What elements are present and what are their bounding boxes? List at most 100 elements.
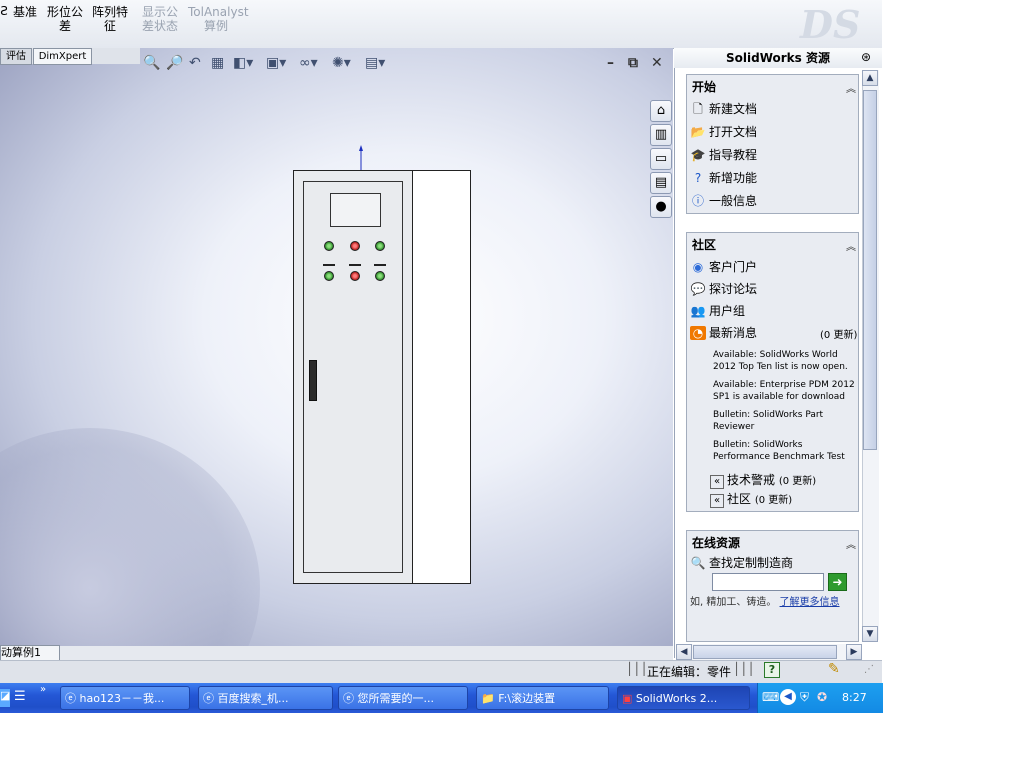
design-library-icon[interactable]: ▥ [650, 124, 672, 146]
view-palette-icon[interactable]: ▤ [650, 172, 672, 194]
general-info-label: 一般信息 [709, 194, 758, 208]
community-header[interactable]: 社区 [692, 236, 716, 253]
taskbar-button-hao123[interactable]: ⓔ hao123－－我... [60, 686, 190, 710]
scroll-right-icon[interactable]: ▶ [846, 644, 862, 660]
general-info-link[interactable]: ⓘ 一般信息 [690, 192, 757, 209]
close-icon[interactable]: ✕ [651, 55, 663, 71]
news-item[interactable]: Bulletin: SolidWorks Performance Benchma… [713, 439, 857, 463]
new-document-link[interactable]: 🗋 新建文档 [690, 100, 757, 121]
new-document-icon: 🗋 [693, 102, 703, 116]
editing-status: 正在编辑：零件 [647, 665, 732, 679]
scroll-left-icon[interactable]: ◀ [676, 644, 692, 660]
tab-dimxpert-label: DimXpert [38, 51, 87, 62]
news-item[interactable]: Available: Enterprise PDM 2012 SP1 is av… [713, 379, 857, 403]
motion-study-tab[interactable]: 动算例1 [0, 645, 60, 661]
quicklaunch-ie-icon[interactable]: ◪ [0, 689, 10, 707]
appearances-icon[interactable]: ● [650, 196, 672, 218]
display-style-icon[interactable]: ▣▾ [266, 55, 286, 71]
online-resources-header[interactable]: 在线资源 [692, 534, 740, 551]
users-icon: 👥 [690, 304, 706, 318]
push-button-green [375, 271, 385, 281]
more-quicklaunch-icon[interactable]: » [40, 684, 46, 695]
zoom-to-area-icon[interactable]: 🔎 [166, 55, 183, 71]
pattern-feature-button[interactable]: 阵列特 征 [90, 5, 130, 33]
tolanalyst-label: TolAnalyst 算例 [188, 5, 249, 33]
forums-link[interactable]: 💬 探讨论坛 [690, 280, 758, 297]
user-groups-link[interactable]: 👥 用户组 [690, 302, 746, 319]
clock[interactable]: 8:27 [842, 691, 867, 704]
scroll-down-icon[interactable]: ▼ [862, 626, 878, 642]
ie-icon: ⓔ [343, 692, 358, 705]
news-item[interactable]: Bulletin: SolidWorks Part Reviewer [713, 409, 857, 433]
news-item[interactable]: Available: SolidWorks World 2012 Top Ten… [713, 349, 857, 373]
minimize-icon[interactable]: – [607, 55, 614, 71]
show-tolerance-status-button[interactable]: 显示公 差状态 [140, 5, 180, 33]
taskbar-button-folder[interactable]: 📁 F:\滚边装置 [476, 686, 609, 710]
latest-news-link[interactable]: ◔ 最新消息 [690, 324, 757, 341]
find-manufacturer-label: 查找定制制造商 [709, 556, 794, 570]
hide-show-items-icon[interactable]: ∞▾ [299, 55, 318, 71]
show-desktop-icon[interactable]: ☰ [14, 689, 26, 704]
horizontal-scroll-thumb[interactable] [693, 645, 837, 659]
chat-bubble-icon: 💬 [690, 282, 706, 296]
collapse-chevron-icon[interactable]: ︽ [846, 238, 856, 253]
manufacturer-hint: 如, 精加工、铸造。 了解更多信息 [690, 596, 856, 609]
expand-chevron-icon: « [710, 475, 724, 489]
view-settings-icon[interactable]: ▤▾ [365, 55, 385, 71]
collapse-chevron-icon[interactable]: ︽ [846, 80, 856, 95]
info-icon: ⓘ [691, 194, 704, 208]
open-document-link[interactable]: 📂 打开文档 [690, 123, 758, 140]
tray-arrow-icon[interactable]: ◀ [780, 689, 796, 705]
taskbar-button-solidworks[interactable]: ▣ SolidWorks 2... [617, 686, 750, 710]
previous-view-icon[interactable]: ↶ [189, 55, 201, 71]
customer-portal-link[interactable]: ◉ 客户门户 [690, 258, 757, 275]
forums-label: 探讨论坛 [709, 282, 758, 296]
tab-dimxpert[interactable]: DimXpert [33, 48, 92, 65]
scroll-up-icon[interactable]: ▲ [862, 70, 878, 86]
home-icon[interactable]: ⌂ [650, 100, 672, 122]
shield-icon[interactable]: ⛨ [800, 690, 809, 705]
manufacturer-search-input[interactable] [712, 573, 824, 591]
community-link[interactable]: «社区 (0 更新) [710, 490, 792, 508]
task-pane-title: SolidWorks 资源 [674, 48, 882, 68]
rebuild-icon[interactable]: ✎ [828, 661, 840, 677]
user-groups-label: 用户组 [709, 304, 746, 318]
motion-study-label: 动算例1 [1, 646, 41, 659]
label-plate [374, 264, 386, 266]
tech-alerts-count: (0 更新) [778, 476, 817, 487]
show-tolerance-status-label: 显示公 差状态 [141, 5, 178, 33]
taskbar-button-label: SolidWorks 2... [635, 692, 718, 705]
resize-grip-icon[interactable]: ⋰ [864, 664, 874, 675]
push-button-red [350, 271, 360, 281]
latest-news-label: 最新消息 [709, 326, 758, 340]
pin-icon[interactable]: ⊛ [861, 50, 871, 64]
tolanalyst-button[interactable]: TolAnalyst 算例 [188, 5, 249, 33]
keyboard-icon[interactable]: ⌨ [762, 690, 779, 704]
start-header[interactable]: 开始 [692, 78, 716, 95]
collapse-chevron-icon[interactable]: ︽ [846, 536, 856, 551]
vertical-scroll-thumb[interactable] [863, 90, 877, 450]
edit-appearance-icon[interactable]: ✺▾ [332, 55, 351, 71]
ie-icon: ⓔ [203, 692, 218, 705]
cabinet-door-handle [309, 360, 317, 401]
geometric-tolerance-button[interactable]: 形位公 差 [45, 5, 85, 33]
section-view-icon[interactable]: ▦ [211, 55, 224, 71]
tutorials-link[interactable]: 🎓 指导教程 [690, 146, 758, 163]
restore-icon[interactable]: ⧉ [628, 55, 638, 71]
search-go-button[interactable]: ➜ [828, 573, 847, 591]
datum-button[interactable]: 基准 [10, 5, 40, 19]
taskbar-button-webpage[interactable]: ⓔ 您所需要的一... [338, 686, 468, 710]
view-orientation-icon[interactable]: ◧▾ [233, 55, 253, 71]
taskbar-button-baidu[interactable]: ⓔ 百度搜索_机... [198, 686, 333, 710]
antivirus-icon[interactable]: ✪ [817, 690, 827, 704]
tech-alerts-link[interactable]: «技术警戒 (0 更新) [710, 471, 816, 489]
file-explorer-icon[interactable]: ▭ [650, 148, 672, 170]
community-count: (0 更新) [754, 495, 793, 506]
help-button[interactable]: ? [764, 662, 780, 678]
whats-new-link[interactable]: ? 新增功能 [690, 169, 757, 186]
datum-label: 基准 [12, 5, 37, 19]
zoom-to-fit-icon[interactable]: 🔍 [143, 55, 160, 71]
learn-more-link[interactable]: 了解更多信息 [780, 597, 840, 608]
command-ribbon: DS [0, 0, 882, 49]
tab-evaluate[interactable]: 评估 [0, 48, 32, 65]
